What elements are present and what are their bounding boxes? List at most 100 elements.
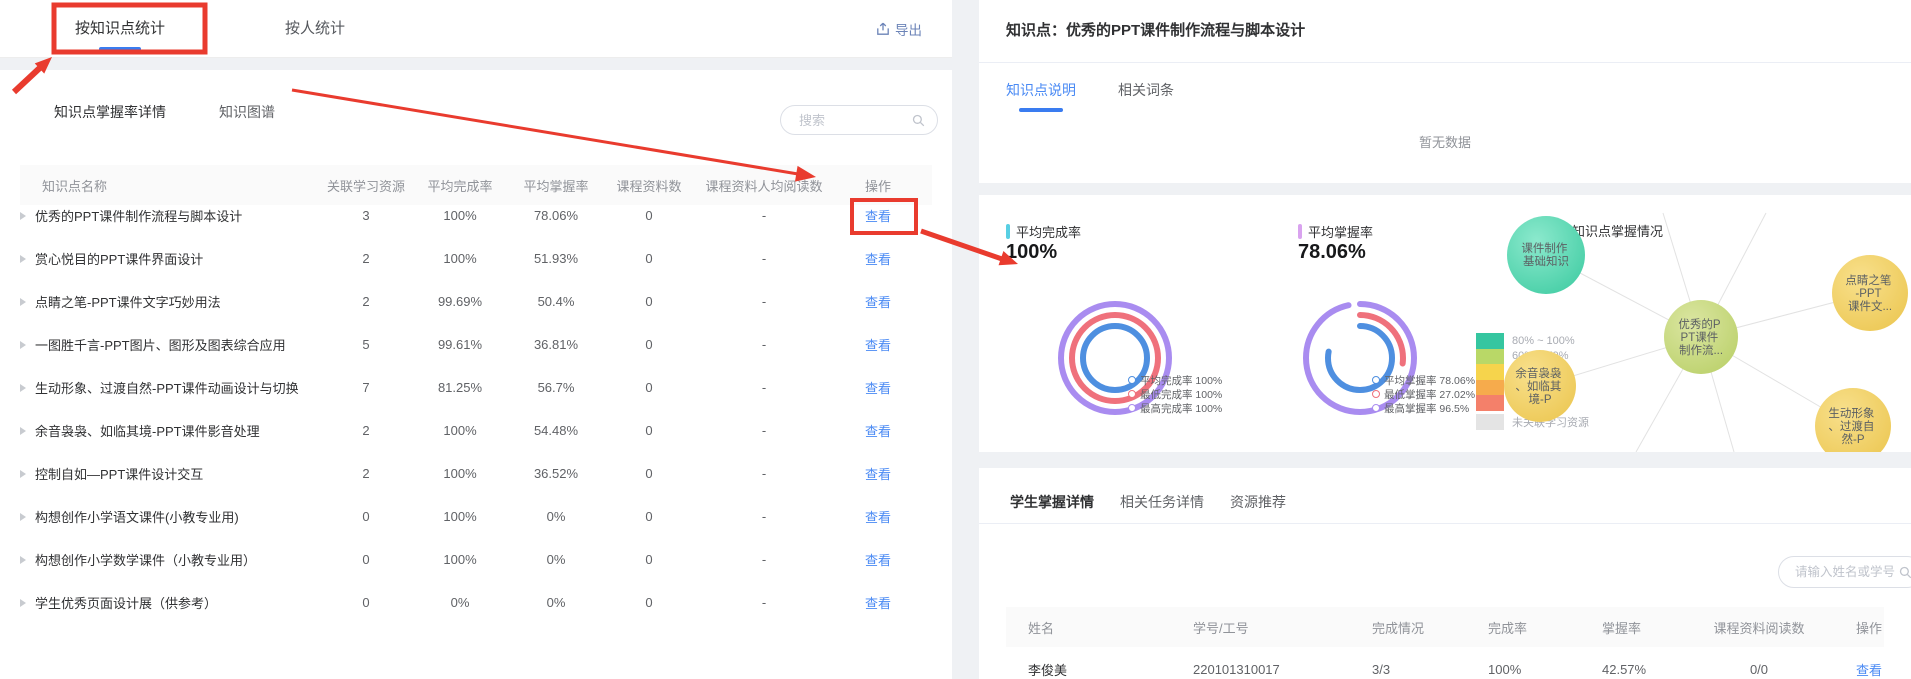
table-row[interactable]: 点睛之笔-PPT课件文字巧妙用法 2 99.69% 50.4% 0 - 查看 (20, 280, 932, 323)
row-avg-completion: 0% (450, 595, 470, 610)
expand-caret-icon[interactable] (20, 211, 26, 220)
avg-mastery-stat: 平均掌握率 (1298, 222, 1373, 241)
subtab-knowledge-map[interactable]: 知识图谱 (219, 102, 275, 122)
knowledge-search-input[interactable] (797, 111, 912, 129)
row-resources: 2 (362, 466, 370, 481)
row-resources: 5 (362, 337, 370, 352)
subtab-mastery-detail-label: 知识点掌握率详情 (54, 104, 166, 120)
graph-node-right[interactable]: 点睛之笔 -PPT 课件文... (1832, 255, 1908, 331)
row-avg-mastery: 51.93% (533, 251, 579, 266)
row-materials: 0 (645, 380, 653, 395)
view-link[interactable]: 查看 (1829, 660, 1884, 679)
student-table-row[interactable]: 李俊美 220101310017 3/3 100% 42.57% 0/0 查看 (1006, 647, 1884, 679)
student-name: 李俊美 (1028, 662, 1068, 678)
row-name: 学生优秀页面设计展（供参考） (35, 596, 218, 611)
detail-title: 知识点：优秀的PPT课件制作流程与脚本设计 (1006, 22, 1306, 39)
col-mastery: 掌握率 (1602, 620, 1642, 636)
active-tab-underline (1019, 108, 1063, 112)
graph-node-left[interactable]: 余音袅袅 、如临其 境-P (1504, 350, 1576, 422)
tab-related-terms-label: 相关词条 (1118, 82, 1174, 98)
col-completion: 完成率 (1488, 620, 1528, 636)
row-name: 点睛之笔-PPT课件文字巧妙用法 (35, 295, 221, 310)
view-link[interactable]: 查看 (834, 335, 922, 354)
row-materials: 0 (645, 208, 653, 223)
tab-resource-recommend[interactable]: 资源推荐 (1230, 492, 1286, 512)
legend-item: 最高完成率 100% (1128, 401, 1222, 415)
svg-text:课件制作 基础知识: 课件制作 基础知识 (1521, 241, 1570, 268)
row-avg-completion: 100% (443, 251, 477, 266)
tab-student-mastery-label: 学生掌握详情 (1010, 494, 1094, 510)
col-actions: 操作 (864, 178, 891, 194)
row-resources: 3 (362, 208, 370, 223)
view-link[interactable]: 查看 (834, 421, 922, 440)
tab-resource-recommend-label: 资源推荐 (1230, 494, 1286, 510)
search-icon (912, 114, 925, 126)
expand-caret-icon[interactable] (20, 297, 26, 306)
view-link[interactable]: 查看 (834, 550, 922, 569)
tab-by-person-label: 按人统计 (285, 20, 346, 37)
expand-caret-icon[interactable] (20, 598, 26, 607)
view-link[interactable]: 查看 (834, 292, 922, 311)
table-row[interactable]: 一图胜千言-PPT图片、图形及图表综合应用 5 99.61% 36.81% 0 … (20, 323, 932, 366)
legend-item: 最高掌握率 96.5% (1372, 401, 1475, 415)
avg-mastery-label: 平均掌握率 (1308, 225, 1374, 240)
export-label: 导出 (895, 22, 922, 38)
empty-data-text: 暂无数据 (1418, 135, 1471, 150)
row-avg-reads: - (761, 208, 767, 223)
expand-caret-icon[interactable] (20, 254, 26, 263)
expand-caret-icon[interactable] (20, 340, 26, 349)
row-name: 优秀的PPT课件制作流程与脚本设计 (35, 209, 243, 224)
col-resources: 关联学习资源 (326, 178, 405, 194)
expand-caret-icon[interactable] (20, 383, 26, 392)
knowledge-relation-graph: 课件制作 基础知识 余音袅袅 、如临其 境-P 点睛之笔 -PPT 课件文... (1504, 212, 1908, 452)
row-materials: 0 (645, 595, 653, 610)
tab-by-person[interactable]: 按人统计 (285, 0, 345, 57)
avg-completion-value: 100% (1006, 241, 1058, 263)
student-table-header: 姓名 学号/工号 完成情况 完成率 掌握率 课程资料阅读数 操作 (1006, 607, 1884, 647)
student-search-box[interactable] (1778, 556, 1911, 588)
view-link[interactable]: 查看 (834, 378, 922, 397)
subtab-mastery-detail[interactable]: 知识点掌握率详情 (54, 102, 166, 122)
table-row[interactable]: 优秀的PPT课件制作流程与脚本设计 3 100% 78.06% 0 - 查看 (20, 194, 932, 237)
table-row[interactable]: 学生优秀页面设计展（供参考） 0 0% 0% 0 - 查看 (20, 581, 932, 624)
expand-caret-icon[interactable] (20, 469, 26, 478)
student-search-input[interactable] (1793, 564, 1899, 580)
view-link[interactable]: 查看 (834, 464, 922, 483)
view-link[interactable]: 查看 (834, 507, 922, 526)
table-row[interactable]: 控制自如—PPT课件设计交互 2 100% 36.52% 0 - 查看 (20, 452, 932, 495)
graph-node-center[interactable]: 优秀的P PT课件 制作流... (1664, 300, 1738, 374)
tab-student-mastery[interactable]: 学生掌握详情 (1010, 492, 1094, 512)
row-avg-completion: 100% (443, 509, 477, 524)
col-materials: 课程资料数 (616, 178, 682, 194)
student-reads: 0/0 (1749, 661, 1769, 677)
col-name: 知识点名称 (42, 178, 108, 194)
graph-node-top-left[interactable]: 课件制作 基础知识 (1507, 216, 1585, 294)
col-avg-completion: 平均完成率 (427, 178, 493, 194)
expand-caret-icon[interactable] (20, 426, 26, 435)
tab-related-tasks[interactable]: 相关任务详情 (1120, 492, 1204, 512)
expand-caret-icon[interactable] (20, 555, 26, 564)
table-row[interactable]: 赏心悦目的PPT课件界面设计 2 100% 51.93% 0 - 查看 (20, 237, 932, 280)
active-tab-underline (99, 47, 141, 51)
tab-knowledge-description[interactable]: 知识点说明 (1006, 80, 1076, 112)
graph-node-bottom-right[interactable]: 生动形象 、过渡自 然-P (1815, 388, 1891, 452)
view-link[interactable]: 查看 (834, 206, 922, 225)
table-row[interactable]: 构想创作小学语文课件(小教专业用) 0 100% 0% 0 - 查看 (20, 495, 932, 538)
table-row[interactable]: 构想创作小学数学课件（小教专业用） 0 100% 0% 0 - 查看 (20, 538, 932, 581)
tab-knowledge-description-label: 知识点说明 (1006, 82, 1076, 98)
export-button[interactable]: 导出 (876, 0, 922, 57)
table-row[interactable]: 余音袅袅、如临其境-PPT课件影音处理 2 100% 54.48% 0 - 查看 (20, 409, 932, 452)
divider (979, 523, 1911, 524)
completion-accent-bar (1006, 224, 1010, 239)
table-row[interactable]: 生动形象、过渡自然-PPT课件动画设计与切换 7 81.25% 56.7% 0 … (20, 366, 932, 409)
row-resources: 0 (362, 595, 370, 610)
row-resources: 2 (362, 423, 370, 438)
tab-related-terms[interactable]: 相关词条 (1118, 80, 1174, 100)
tab-by-knowledge-point[interactable]: 按知识点统计 (75, 0, 165, 57)
view-link[interactable]: 查看 (834, 593, 922, 612)
completion-chart-legend: 平均完成率 100% 最低完成率 100% 最高完成率 100% (1128, 373, 1222, 415)
student-mastery: 42.57% (1602, 661, 1647, 677)
expand-caret-icon[interactable] (20, 512, 26, 521)
view-link[interactable]: 查看 (834, 249, 922, 268)
knowledge-search-box[interactable] (780, 105, 938, 135)
